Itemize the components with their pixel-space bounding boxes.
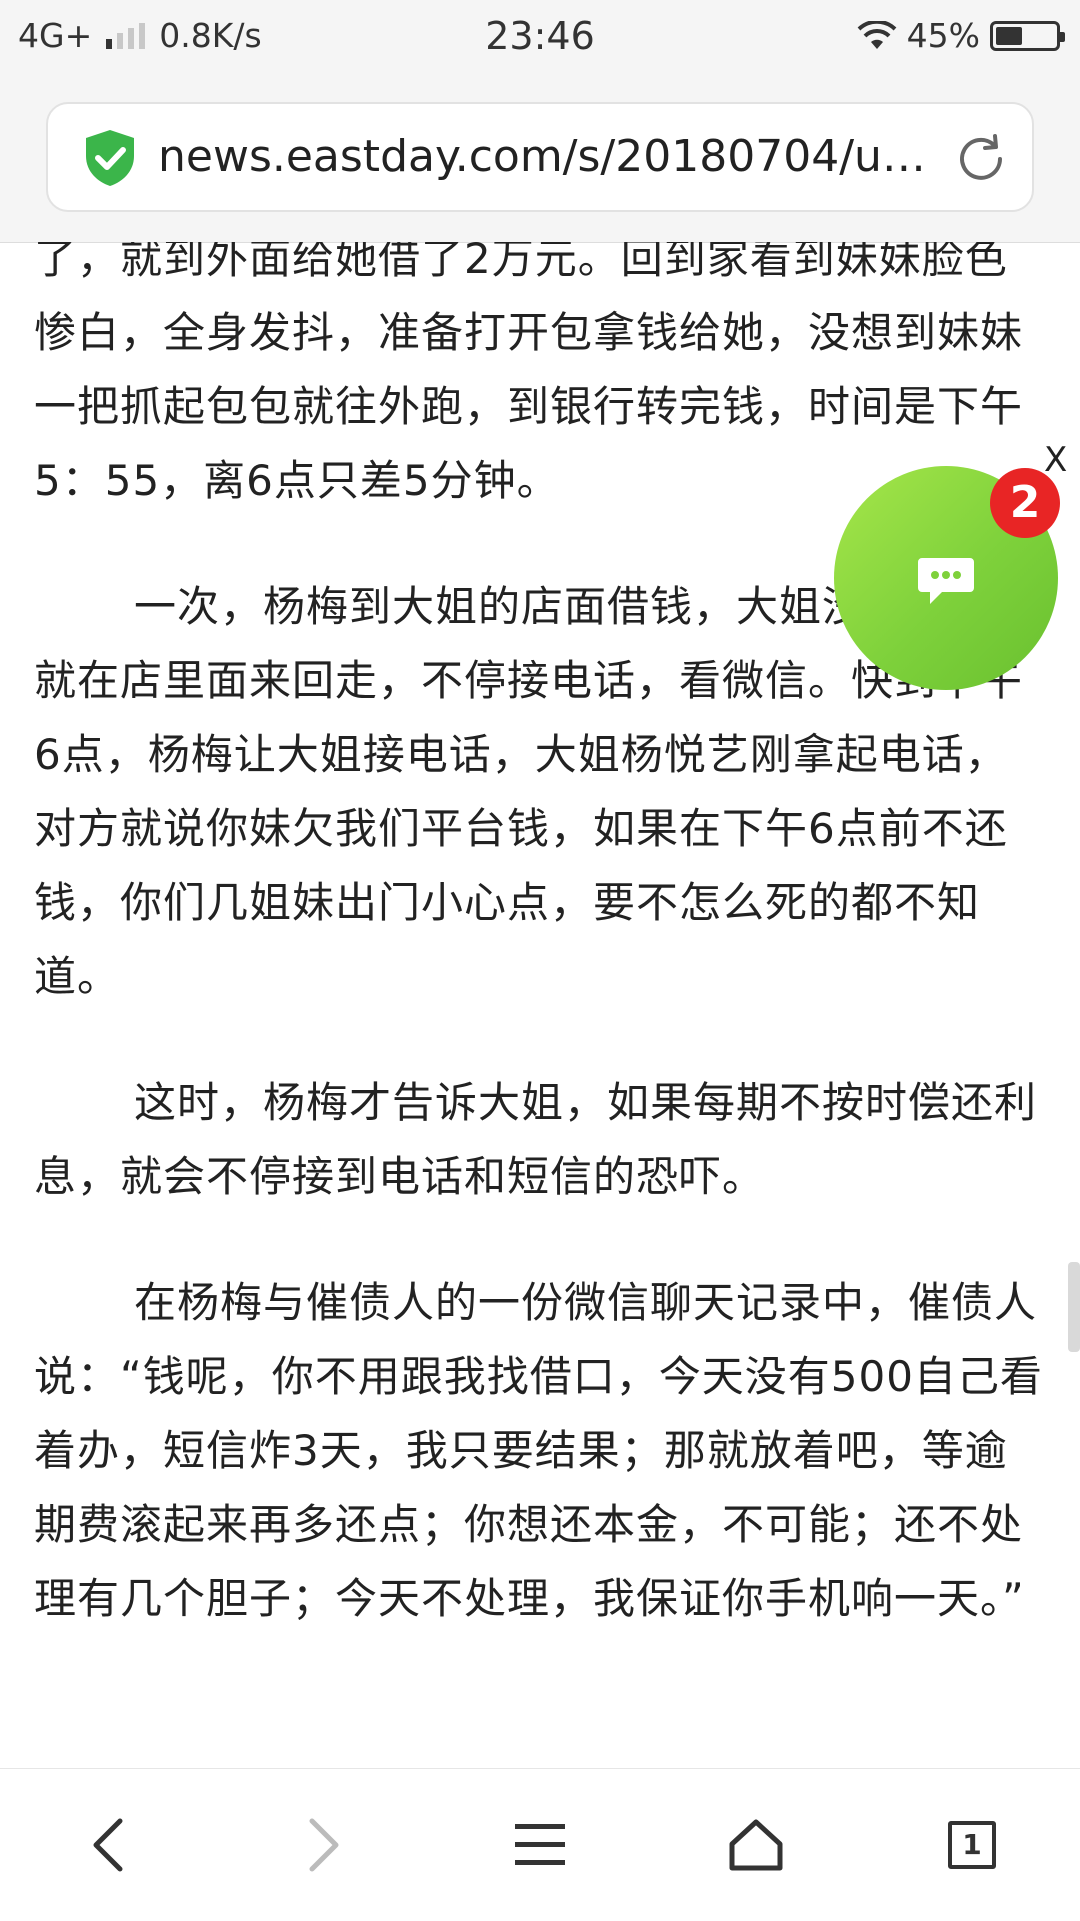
chat-icon bbox=[918, 558, 974, 604]
battery-percent: 45% bbox=[906, 16, 980, 55]
close-widget-button[interactable]: X bbox=[1044, 440, 1067, 480]
shield-check-icon bbox=[86, 130, 134, 186]
back-icon bbox=[93, 1818, 123, 1872]
back-button[interactable] bbox=[0, 1769, 216, 1921]
address-bar[interactable]: news.eastday.com/s/20180704/u… bbox=[46, 102, 1034, 212]
wifi-icon bbox=[857, 20, 897, 49]
forward-button[interactable] bbox=[216, 1769, 432, 1921]
menu-icon bbox=[515, 1824, 565, 1865]
forward-icon bbox=[309, 1818, 339, 1872]
article-inner: 了，就到外面给她借了2万元。回到家看到妹妹脸色惨白，全身发抖，准备打开包拿钱给她… bbox=[34, 242, 1044, 1688]
scrollbar-thumb[interactable] bbox=[1068, 1262, 1080, 1352]
article-paragraph: 在杨梅与催债人的一份微信聊天记录中，催债人说：“钱呢，你不用跟我找借口，今天没有… bbox=[34, 1278, 1043, 1623]
bottom-nav: 1 bbox=[0, 1768, 1080, 1921]
tabs-icon: 1 bbox=[948, 1821, 996, 1869]
home-icon bbox=[729, 1819, 783, 1871]
status-right: 45% bbox=[857, 16, 1065, 55]
battery-icon bbox=[990, 20, 1065, 51]
tabs-button[interactable]: 1 bbox=[864, 1769, 1080, 1921]
browser-toolbar: news.eastday.com/s/20180704/u… bbox=[0, 76, 1080, 243]
article-paragraph: 了，就到外面给她借了2万元。回到家看到妹妹脸色惨白，全身发抖，准备打开包拿钱给她… bbox=[34, 242, 1024, 505]
url-text[interactable]: news.eastday.com/s/20180704/u… bbox=[158, 126, 938, 188]
article-paragraph: 这时，杨梅才告诉大姐，如果每期不按时偿还利息，就会不停接到电话和短信的恐吓。 bbox=[34, 1078, 1038, 1201]
status-bar: 4G+ 0.8K/s 23:46 45% bbox=[0, 0, 1080, 76]
menu-button[interactable] bbox=[432, 1769, 648, 1921]
reload-icon[interactable] bbox=[954, 132, 1008, 186]
battery-fill bbox=[996, 26, 1022, 45]
home-button[interactable] bbox=[648, 1769, 864, 1921]
